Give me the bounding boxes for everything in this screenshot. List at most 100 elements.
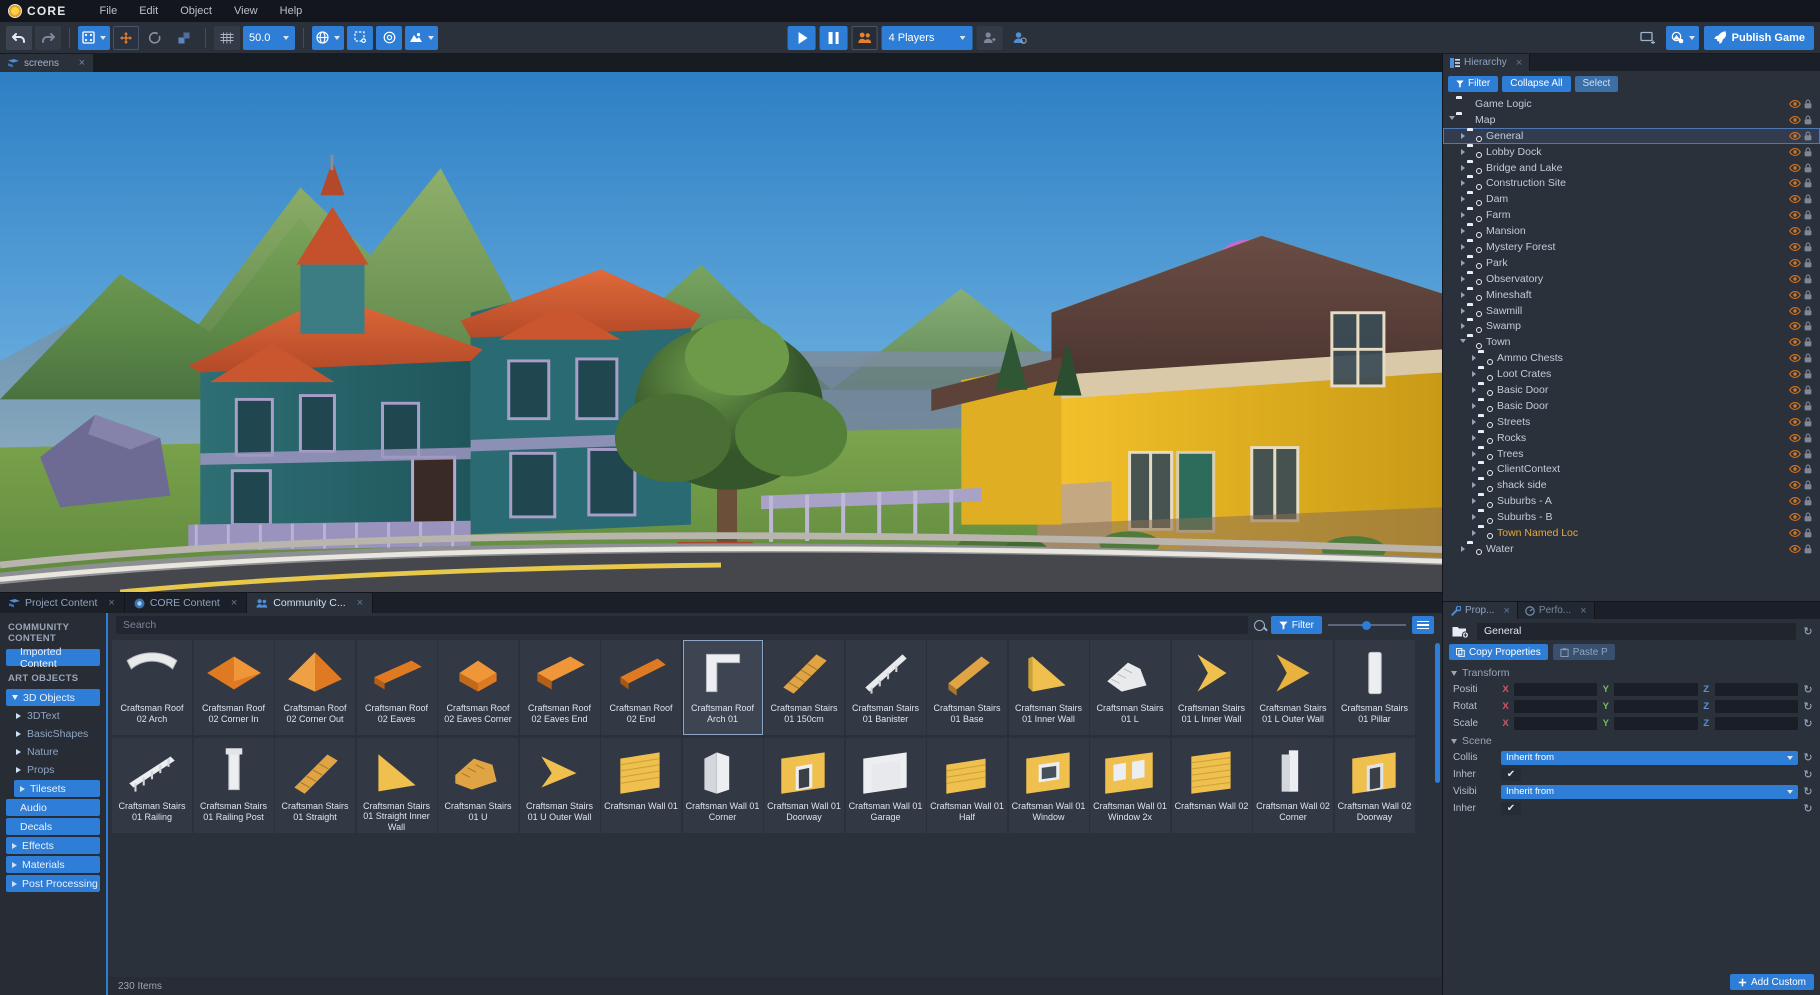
player-count-chevron-icon[interactable] — [959, 35, 966, 40]
rotate-tool-button[interactable] — [142, 26, 168, 50]
twisty-collapsed-icon[interactable] — [1469, 402, 1478, 409]
visibility-eye-icon[interactable] — [1788, 243, 1801, 251]
visibility-eye-icon[interactable] — [1788, 179, 1801, 188]
account-button[interactable] — [1006, 26, 1032, 50]
collision-dropdown[interactable]: Inherit from — [1501, 750, 1798, 765]
grid-toggle-button[interactable] — [214, 25, 240, 50]
scale-y-input[interactable] — [1614, 717, 1698, 730]
visibility-eye-icon[interactable] — [1788, 497, 1801, 506]
hierarchy-row[interactable]: Sawmill — [1443, 303, 1820, 319]
visibility-eye-icon[interactable] — [1788, 99, 1801, 108]
hierarchy-row[interactable]: Town Named Loc — [1443, 525, 1820, 541]
list-view-toggle[interactable] — [1412, 616, 1434, 634]
lock-icon[interactable] — [1801, 290, 1814, 300]
twisty-collapsed-icon[interactable] — [1458, 259, 1467, 266]
twisty-collapsed-icon[interactable] — [1458, 180, 1467, 187]
visibility-eye-icon[interactable] — [1788, 306, 1801, 315]
category-nature[interactable]: Nature — [16, 744, 100, 760]
twisty-collapsed-icon[interactable] — [1469, 498, 1478, 505]
position-y-input[interactable] — [1614, 683, 1698, 696]
lock-icon[interactable] — [1801, 464, 1814, 474]
menu-view[interactable]: View — [223, 2, 269, 20]
asset-cell[interactable]: Craftsman Stairs 01 L — [1090, 640, 1170, 735]
category-post-processing[interactable]: Post Processing — [6, 875, 100, 892]
visibility-eye-icon[interactable] — [1788, 513, 1801, 522]
visibility-eye-icon[interactable] — [1788, 386, 1801, 394]
hierarchy-row[interactable]: Game Logic — [1443, 96, 1820, 112]
hierarchy-row[interactable]: General — [1443, 127, 1820, 144]
hierarchy-row[interactable]: Trees — [1443, 446, 1820, 462]
visibility-eye-icon[interactable] — [1788, 481, 1801, 490]
tab-core-content[interactable]: CORE Content × — [125, 593, 248, 613]
twisty-collapsed-icon[interactable] — [1458, 212, 1467, 219]
asset-cell[interactable]: Craftsman Roof 02 Eaves End — [519, 640, 600, 735]
scale-x-input[interactable] — [1514, 717, 1598, 730]
inherit-collision-checkbox[interactable]: ✔ — [1501, 768, 1521, 781]
asset-cell-selected[interactable]: Craftsman Roof Arch 01 — [682, 640, 763, 735]
menu-file[interactable]: File — [88, 2, 128, 20]
category-3dtext[interactable]: 3DText — [16, 708, 100, 724]
twisty-collapsed-icon[interactable] — [1458, 291, 1467, 298]
lock-icon[interactable] — [1801, 115, 1814, 125]
twisty-collapsed-icon[interactable] — [1458, 275, 1467, 282]
asset-filter-button[interactable]: Filter — [1270, 616, 1322, 634]
asset-grid-scrollbar[interactable] — [1435, 643, 1440, 783]
slider-knob[interactable] — [1362, 620, 1372, 630]
asset-cell[interactable]: Craftsman Wall 01 Corner — [682, 738, 763, 833]
asset-cell[interactable]: Craftsman Wall 01 Half — [927, 738, 1007, 833]
hierarchy-row[interactable]: Mineshaft — [1443, 287, 1820, 303]
camera-chevron-icon[interactable] — [428, 35, 435, 40]
visibility-eye-icon[interactable] — [1788, 131, 1801, 140]
copy-properties-button[interactable]: Copy Properties — [1449, 644, 1548, 660]
search-icon[interactable] — [1253, 619, 1265, 631]
move-tool-button[interactable] — [113, 25, 139, 50]
lock-icon[interactable] — [1801, 194, 1814, 204]
scale-tool-button[interactable] — [171, 26, 197, 50]
lock-icon[interactable] — [1801, 449, 1814, 459]
hierarchy-row[interactable]: Town — [1443, 334, 1820, 350]
twisty-collapsed-icon[interactable] — [1458, 164, 1467, 171]
rotation-z-input[interactable] — [1714, 700, 1798, 713]
player-count-dropdown[interactable]: 4 Players — [881, 25, 973, 50]
lock-icon[interactable] — [1801, 210, 1814, 220]
visibility-eye-icon[interactable] — [1788, 163, 1801, 172]
hierarchy-row[interactable]: Streets — [1443, 414, 1820, 430]
add-custom-property-button[interactable]: Add Custom — [1729, 974, 1814, 990]
visibility-eye-icon[interactable] — [1788, 274, 1801, 283]
hierarchy-row[interactable]: Mansion — [1443, 223, 1820, 239]
twisty-expanded-icon[interactable] — [1447, 116, 1456, 123]
asset-cell[interactable]: Craftsman Stairs 01 L Inner Wall — [1171, 640, 1252, 735]
reset-position-icon[interactable]: ↻ — [1802, 683, 1814, 696]
asset-cell[interactable]: Craftsman Stairs 01 U Outer Wall — [519, 738, 600, 833]
hierarchy-select-button[interactable]: Select — [1574, 75, 1619, 92]
position-z-input[interactable] — [1714, 683, 1798, 696]
twisty-collapsed-icon[interactable] — [1458, 228, 1467, 235]
viewport-tab-screens[interactable]: screens × — [0, 54, 94, 72]
visibility-eye-icon[interactable] — [1788, 433, 1801, 442]
asset-cell[interactable]: Craftsman Roof 02 End — [601, 640, 681, 735]
asset-cell[interactable]: Craftsman Roof 02 Eaves Corner — [438, 640, 518, 735]
visibility-eye-icon[interactable] — [1788, 465, 1801, 474]
lock-icon[interactable] — [1801, 385, 1814, 395]
asset-cell[interactable]: Craftsman Stairs 01 Base — [927, 640, 1007, 735]
hierarchy-row[interactable]: Park — [1443, 255, 1820, 271]
lock-icon[interactable] — [1801, 242, 1814, 252]
tab-hierarchy-close-icon[interactable]: × — [1516, 57, 1522, 69]
tab-core-content-close-icon[interactable]: × — [231, 597, 237, 609]
tab-community-content[interactable]: Community C... × — [247, 593, 374, 613]
asset-cell[interactable]: Craftsman Wall 02 — [1171, 738, 1252, 833]
visibility-eye-icon[interactable] — [1788, 401, 1801, 410]
hierarchy-row[interactable]: Bridge and Lake — [1443, 160, 1820, 176]
lock-icon[interactable] — [1801, 163, 1814, 173]
lock-icon[interactable] — [1801, 306, 1814, 316]
twisty-collapsed-icon[interactable] — [1469, 466, 1478, 473]
asset-cell[interactable]: Craftsman Stairs 01 Banister — [845, 640, 926, 735]
lock-icon[interactable] — [1801, 258, 1814, 268]
hierarchy-row[interactable]: Loot Crates — [1443, 366, 1820, 382]
category-imported-content[interactable]: Imported Content — [6, 646, 100, 670]
asset-cell[interactable]: Craftsman Roof 02 Arch — [112, 640, 192, 735]
reset-rotation-icon[interactable]: ↻ — [1802, 700, 1814, 713]
twisty-collapsed-icon[interactable] — [1458, 196, 1467, 203]
lock-icon[interactable] — [1801, 99, 1814, 109]
twisty-collapsed-icon[interactable] — [1469, 418, 1478, 425]
